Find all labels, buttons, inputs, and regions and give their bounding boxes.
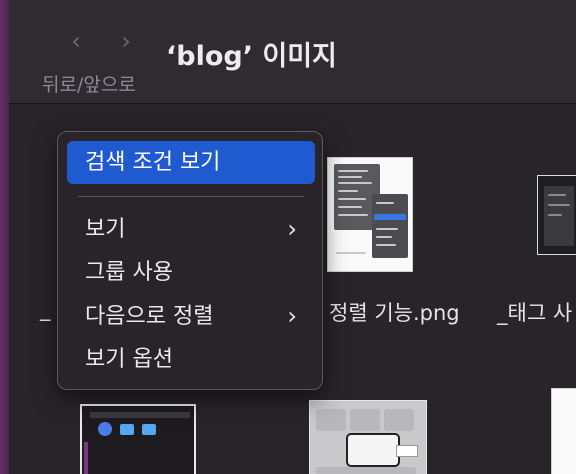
file-thumbnail[interactable] — [537, 175, 576, 255]
menu-separator — [78, 196, 304, 197]
file-name[interactable]: _ — [40, 297, 51, 321]
menu-item-label: 검색 조건 보기 — [85, 150, 221, 175]
menu-item-label: 보기 옵션 — [85, 347, 173, 372]
menu-item-view-options[interactable]: 보기 옵션 — [67, 338, 315, 381]
menu-item-label: 다음으로 정렬 — [85, 304, 214, 329]
menu-item-label: 보기 — [85, 217, 126, 242]
file-thumbnail[interactable] — [309, 400, 427, 474]
menu-item-sort-by[interactable]: 다음으로 정렬 › — [67, 295, 315, 338]
window-title: ‘blog’ 이미지 — [166, 41, 337, 72]
menu-item-view[interactable]: 보기 › — [67, 208, 315, 251]
nav-label: 뒤로/앞으로 — [42, 74, 136, 96]
chevron-right-icon[interactable]: › — [115, 28, 137, 54]
menu-item-label: 그룹 사용 — [85, 260, 173, 285]
file-thumbnail[interactable] — [551, 388, 576, 474]
chevron-right-icon: › — [287, 215, 297, 243]
file-name[interactable]: 정렬 기능.png — [329, 297, 460, 327]
file-thumbnail[interactable] — [80, 404, 196, 474]
sidebar-edge — [0, 0, 9, 474]
menu-item-show-search-criteria[interactable]: 검색 조건 보기 — [67, 141, 315, 184]
menu-item-use-groups[interactable]: 그룹 사용 — [67, 251, 315, 294]
chevron-right-icon: › — [287, 302, 297, 330]
context-menu: 검색 조건 보기 보기 › 그룹 사용 다음으로 정렬 › 보기 옵션 — [57, 131, 323, 390]
file-name[interactable]: _태그 사 — [497, 297, 572, 327]
chevron-left-icon[interactable]: ‹ — [65, 28, 87, 54]
file-thumbnail[interactable] — [327, 157, 413, 272]
